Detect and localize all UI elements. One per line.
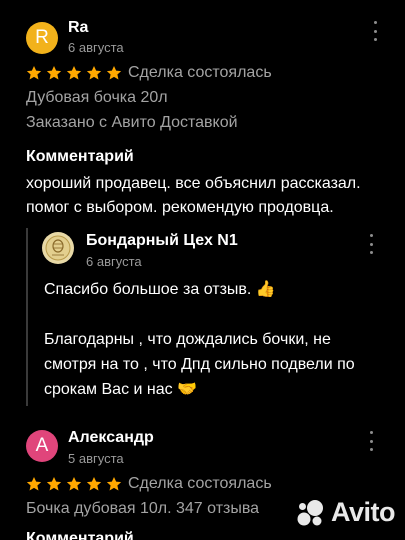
more-options-icon[interactable] <box>370 21 380 41</box>
review-date: 5 августа <box>68 451 124 466</box>
star-icon <box>26 66 42 80</box>
reply-date: 6 августа <box>86 254 142 269</box>
reply-line: срокам Вас и нас 🤝 <box>44 381 197 398</box>
avatar-letter: R <box>35 27 49 48</box>
star-icon <box>106 477 122 491</box>
delivery-note: Заказано с Авито Доставкой <box>26 114 238 131</box>
rating-stars <box>26 476 122 492</box>
seller-name[interactable]: Бондарный Цех N1 <box>86 232 238 250</box>
reply-line: смотря на то , что Дпд сильно подвели по <box>44 356 355 373</box>
reply-divider <box>26 228 28 406</box>
item-title[interactable]: Дубовая бочка 20л <box>26 89 168 107</box>
comment-title: Комментарий <box>26 530 134 540</box>
comment-text: хороший продавец. все объяснил рассказал… <box>26 172 405 220</box>
seller-logo-icon <box>45 235 71 261</box>
star-icon <box>66 66 82 80</box>
star-icon <box>86 66 102 80</box>
item-title[interactable]: Бочка дубовая 10л. 347 отзыва <box>26 500 259 518</box>
deal-status: Сделка состоялась <box>128 475 272 492</box>
deal-status: Сделка состоялась <box>128 64 272 81</box>
rating-stars <box>26 65 122 81</box>
seller-avatar[interactable] <box>42 232 74 264</box>
comment-title: Комментарий <box>26 148 134 165</box>
star-icon <box>46 477 62 491</box>
comment-line: хороший продавец. все объяснил рассказал… <box>26 175 361 192</box>
reply-line: Спасибо большое за отзыв. 👍 <box>44 281 276 298</box>
review-card: R Ra 6 августа Сделка состоялась Дубовая… <box>0 0 405 430</box>
watermark-text: Avito <box>331 497 396 527</box>
star-icon <box>46 66 62 80</box>
avito-logo-icon <box>297 499 323 525</box>
star-icon <box>26 477 42 491</box>
review-author[interactable]: Ra <box>68 19 88 37</box>
avatar[interactable]: R <box>26 22 58 54</box>
more-options-icon[interactable] <box>366 234 376 254</box>
reply-text: Спасибо большое за отзыв. 👍 Благодарны ,… <box>44 277 384 402</box>
avito-watermark: Avito <box>295 497 396 528</box>
star-icon <box>66 477 82 491</box>
reply-line: Благодарны , что дождались бочки, не <box>44 331 331 348</box>
comment-line: помог с выбором. рекомендую продовца. <box>26 199 334 216</box>
avatar-letter: А <box>35 435 49 456</box>
avatar[interactable]: А <box>26 430 58 462</box>
star-icon <box>86 477 102 491</box>
review-author[interactable]: Александр <box>68 429 154 447</box>
star-icon <box>106 66 122 80</box>
review-date: 6 августа <box>68 40 124 55</box>
more-options-icon[interactable] <box>366 431 376 451</box>
